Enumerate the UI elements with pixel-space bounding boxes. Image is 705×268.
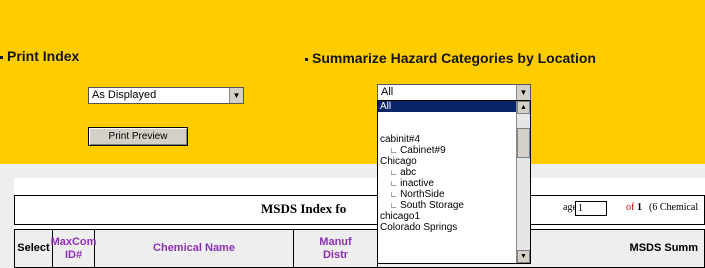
column-header-label-line2: ID# bbox=[64, 248, 83, 261]
dropdown-option[interactable]: cabinit#4 bbox=[378, 134, 516, 145]
print-preview-button[interactable]: Print Preview bbox=[88, 127, 188, 146]
dropdown-options: All cabinit#4 ∟ Cabinet#9 Chicago ∟ abc ∟ ina… bbox=[378, 101, 516, 233]
page-number-input[interactable]: 1 bbox=[575, 201, 607, 216]
print-index-title: Print Index bbox=[0, 48, 79, 64]
dropdown-option[interactable] bbox=[378, 112, 516, 123]
dropdown-option-label: inactive bbox=[400, 178, 434, 189]
tree-branch-icon: ∟ bbox=[390, 201, 401, 210]
scroll-up-icon[interactable]: ▲ bbox=[517, 101, 530, 114]
location-dropdown-list[interactable]: All cabinit#4 ∟ Cabinet#9 Chicago ∟ abc ∟ ina… bbox=[377, 100, 531, 264]
summarize-title-text: Summarize Hazard Categories by Location bbox=[312, 50, 596, 66]
tree-branch-icon: ∟ bbox=[390, 179, 401, 188]
scroll-down-icon[interactable]: ▼ bbox=[517, 250, 530, 263]
location-select[interactable]: All ▼ bbox=[377, 84, 531, 101]
dropdown-option[interactable] bbox=[378, 123, 516, 134]
scrollbar-thumb[interactable] bbox=[517, 128, 530, 158]
bullet-icon bbox=[0, 55, 3, 59]
dropdown-option-label: abc bbox=[400, 167, 417, 178]
chevron-down-icon[interactable]: ▼ bbox=[229, 88, 243, 103]
location-select-value: All bbox=[381, 86, 394, 98]
dropdown-option[interactable]: All bbox=[378, 101, 516, 112]
dropdown-scrollbar[interactable]: ▲ ▼ bbox=[516, 101, 530, 263]
index-title-row: MSDS Index fo age 1 of 1 (6 Chemical bbox=[14, 195, 705, 225]
dropdown-option[interactable]: ∟ NorthSide bbox=[378, 189, 516, 200]
dropdown-option[interactable]: ∟ Cabinet#9 bbox=[378, 145, 516, 156]
column-header-label: MSDS Summ bbox=[629, 242, 698, 254]
dropdown-option[interactable]: ∟ abc bbox=[378, 167, 516, 178]
tree-branch-icon: ∟ bbox=[390, 146, 401, 155]
dropdown-option-label: Chicago bbox=[380, 156, 417, 167]
print-format-value: As Displayed bbox=[92, 89, 157, 101]
column-header-chemical-name[interactable]: Chemical Name bbox=[95, 230, 294, 267]
print-index-title-text: Print Index bbox=[7, 48, 80, 64]
chevron-down-icon[interactable]: ▼ bbox=[516, 85, 530, 100]
column-header-maxcom-id[interactable]: MaxCom ID# bbox=[50, 230, 97, 267]
dropdown-option[interactable]: ∟ South Storage bbox=[378, 200, 516, 211]
column-header-label: Select bbox=[17, 242, 50, 254]
dropdown-option[interactable]: ∟ inactive bbox=[378, 178, 516, 189]
column-header-label-line2: Distr bbox=[322, 248, 349, 261]
summarize-title: Summarize Hazard Categories by Location bbox=[305, 50, 596, 66]
column-header-select: Select bbox=[15, 230, 53, 267]
print-format-select[interactable]: As Displayed ▼ bbox=[88, 87, 244, 104]
dropdown-option-label: NorthSide bbox=[400, 189, 445, 200]
column-header-label: Manuf bbox=[319, 235, 352, 248]
table-header-row: Select MaxCom ID# Chemical Name Manuf Di… bbox=[14, 229, 705, 268]
tree-branch-icon: ∟ bbox=[390, 190, 401, 199]
column-header-label: Chemical Name bbox=[153, 242, 235, 254]
dropdown-option-label: Colorado Springs bbox=[380, 222, 458, 233]
column-header-manufacturer[interactable]: Manuf Distr bbox=[294, 230, 378, 267]
index-title: MSDS Index fo bbox=[261, 201, 347, 216]
dropdown-option-label: All bbox=[380, 101, 392, 112]
spacer-strip-left bbox=[0, 178, 14, 268]
page-total: 1 bbox=[637, 202, 642, 213]
dropdown-option-label: cabinit#4 bbox=[380, 134, 421, 145]
of-label: of bbox=[626, 202, 635, 213]
dropdown-option[interactable]: Chicago bbox=[378, 156, 516, 167]
dropdown-option[interactable]: Colorado Springs bbox=[378, 222, 516, 233]
column-header-label: MaxCom bbox=[50, 235, 97, 248]
chemical-count: (6 Chemical bbox=[649, 202, 699, 213]
dropdown-option-label: Cabinet#9 bbox=[400, 145, 446, 156]
dropdown-option-label: South Storage bbox=[400, 200, 464, 211]
tree-branch-icon: ∟ bbox=[390, 168, 401, 177]
bullet-icon bbox=[305, 57, 308, 61]
dropdown-option-label: chicago1 bbox=[380, 211, 421, 222]
dropdown-option[interactable]: chicago1 bbox=[378, 211, 516, 222]
spacer-strip bbox=[0, 164, 705, 178]
